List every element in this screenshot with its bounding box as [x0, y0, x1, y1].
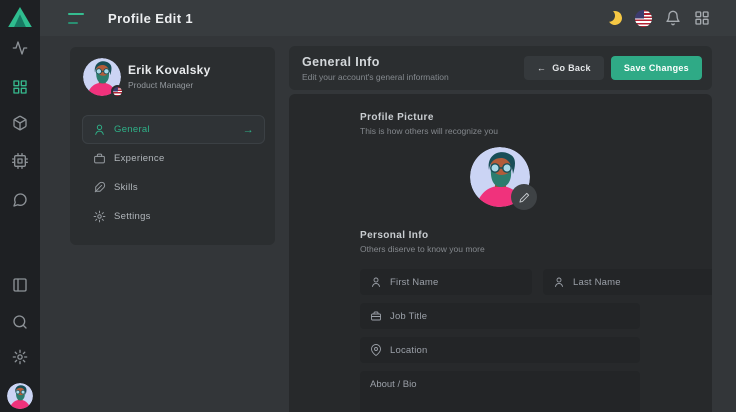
location-input[interactable] — [390, 345, 630, 356]
feather-icon — [93, 181, 106, 194]
about-bio-textarea[interactable] — [370, 379, 630, 412]
last-name-field[interactable] — [543, 269, 712, 295]
dark-mode-moon-icon[interactable] — [606, 9, 624, 27]
nav-item-general[interactable]: General → — [82, 115, 265, 144]
sidebar-user-avatar[interactable] — [7, 383, 33, 409]
app-sidebar — [0, 0, 40, 412]
user-icon — [553, 276, 565, 288]
profile-picture-subtitle: This is how others will recognize you — [360, 126, 640, 136]
go-back-button[interactable]: ← Go Back — [524, 56, 604, 80]
job-title-field[interactable] — [360, 303, 640, 329]
settings-gear-icon[interactable] — [12, 349, 28, 365]
main-header: General Info Edit your account's general… — [289, 46, 712, 90]
pencil-icon — [519, 192, 530, 203]
personal-info-title: Personal Info — [360, 207, 640, 241]
job-title-input[interactable] — [390, 311, 630, 322]
nav-item-settings[interactable]: Settings — [82, 202, 265, 231]
edit-avatar-button[interactable] — [511, 184, 537, 210]
nav-item-skills[interactable]: Skills — [82, 173, 265, 202]
user-icon — [93, 123, 106, 136]
profile-card-header: Erik Kovalsky Product Manager — [70, 47, 275, 115]
language-us-flag-icon[interactable] — [635, 10, 652, 27]
gear-icon — [93, 210, 106, 223]
section-subtitle: Edit your account's general information — [302, 72, 449, 82]
nav-item-label: Experience — [114, 153, 165, 164]
briefcase-icon — [93, 152, 106, 165]
go-back-label: Go Back — [552, 63, 591, 73]
box-icon[interactable] — [12, 115, 28, 131]
country-flag-badge-icon — [111, 85, 124, 98]
notifications-bell-icon[interactable] — [665, 10, 681, 26]
last-name-input[interactable] — [573, 277, 705, 288]
search-icon[interactable] — [12, 314, 28, 330]
dashboard-grid-icon[interactable] — [12, 79, 28, 95]
hamburger-menu-icon[interactable] — [68, 13, 84, 24]
arrow-right-icon: → — [243, 124, 254, 136]
profile-nav: General → Experience Skills Settings — [70, 115, 275, 231]
nav-item-label: General — [114, 124, 150, 135]
page-title: Profile Edit 1 — [108, 11, 193, 26]
profile-picture-avatar — [470, 147, 530, 207]
topbar: Profile Edit 1 — [40, 0, 736, 36]
chat-bubble-icon[interactable] — [12, 192, 28, 208]
user-avatar — [83, 58, 121, 96]
briefcase-icon — [370, 310, 382, 322]
nav-item-label: Settings — [114, 211, 151, 222]
about-bio-field[interactable] — [360, 371, 640, 412]
user-name: Erik Kovalsky — [128, 63, 211, 77]
apps-grid-icon[interactable] — [694, 10, 710, 26]
personal-info-subtitle: Others diserve to know you more — [360, 244, 640, 254]
save-changes-button[interactable]: Save Changes — [611, 56, 702, 80]
nav-item-label: Skills — [114, 182, 138, 193]
first-name-field[interactable] — [360, 269, 532, 295]
arrow-left-icon: ← — [537, 63, 546, 73]
profile-picture-title: Profile Picture — [360, 94, 640, 123]
user-icon — [370, 276, 382, 288]
main-panel: Profile Picture This is how others will … — [289, 94, 712, 412]
map-pin-icon — [370, 344, 382, 356]
location-field[interactable] — [360, 337, 640, 363]
first-name-input[interactable] — [390, 277, 522, 288]
layout-panel-icon[interactable] — [12, 277, 28, 293]
activity-icon[interactable] — [12, 40, 28, 56]
section-title: General Info — [302, 55, 449, 69]
app-logo-icon[interactable] — [8, 7, 32, 28]
nav-item-experience[interactable]: Experience — [82, 144, 265, 173]
user-role: Product Manager — [128, 80, 193, 90]
cpu-icon[interactable] — [12, 153, 28, 169]
profile-card: Erik Kovalsky Product Manager General → … — [70, 47, 275, 245]
